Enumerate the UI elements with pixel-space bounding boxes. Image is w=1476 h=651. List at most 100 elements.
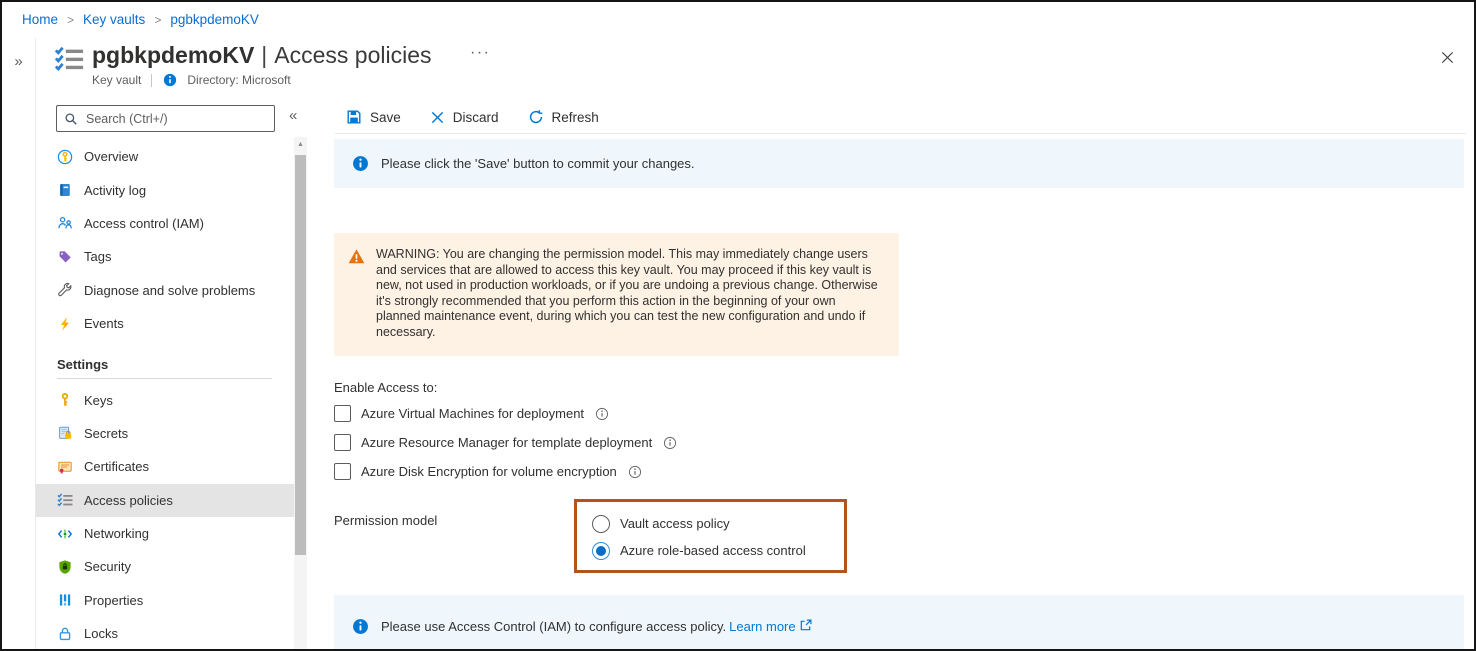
search-input[interactable]	[84, 111, 267, 127]
networking-icon	[57, 526, 73, 542]
save-button[interactable]: Save	[346, 109, 401, 125]
sidebar-item-keys[interactable]: Keys	[36, 383, 294, 416]
radio-row-rbac: Azure role-based access control	[592, 537, 844, 564]
sidebar-item-properties[interactable]: Properties	[36, 584, 294, 617]
sidebar-item-access-control[interactable]: Access control (IAM)	[36, 207, 294, 240]
properties-icon	[57, 592, 73, 608]
external-link-icon[interactable]	[800, 619, 812, 631]
info-icon	[352, 155, 369, 172]
sidebar-item-label: Overview	[84, 149, 138, 164]
breadcrumb-home[interactable]: Home	[22, 12, 58, 27]
resource-subtitle: Key vault Directory: Microsoft	[92, 73, 291, 87]
template-deployment-checkbox[interactable]	[334, 434, 351, 451]
sidebar-item-label: Diagnose and solve problems	[84, 283, 255, 298]
sidebar-item-label: Keys	[84, 393, 113, 408]
sidebar-item-events[interactable]: Events	[36, 307, 294, 340]
info-tooltip-icon[interactable]	[595, 407, 609, 421]
access-policies-icon	[57, 492, 73, 508]
section-label: Settings	[57, 357, 294, 372]
checkbox-label: Azure Resource Manager for template depl…	[361, 435, 652, 450]
sidebar-item-label: Security	[84, 559, 131, 574]
sidebar-item-label: Secrets	[84, 426, 128, 441]
sidebar-item-label: Properties	[84, 593, 143, 608]
directory-info-icon	[163, 73, 177, 87]
sidebar-item-label: Tags	[84, 249, 111, 264]
rbac-radio[interactable]	[592, 542, 610, 560]
refresh-icon	[528, 109, 544, 125]
subtitle-divider	[151, 74, 152, 87]
scrollbar-thumb[interactable]	[295, 155, 306, 555]
azure-portal-window: Home > Key vaults > pgbkpdemoKV » pgbkpd…	[0, 0, 1476, 651]
sidebar-item-label: Locks	[84, 626, 118, 641]
sidebar-item-networking[interactable]: Networking	[36, 517, 294, 550]
wrench-icon	[57, 282, 73, 298]
sidebar-item-secrets[interactable]: Secrets	[36, 417, 294, 450]
save-icon	[346, 109, 362, 125]
close-icon	[1440, 50, 1455, 65]
enable-access-label: Enable Access to:	[334, 380, 437, 395]
tags-icon	[57, 249, 73, 265]
toolbar-divider	[335, 133, 1466, 134]
info-tooltip-icon[interactable]	[628, 465, 642, 479]
vm-deployment-checkbox[interactable]	[334, 405, 351, 422]
checkbox-row-arm: Azure Resource Manager for template depl…	[334, 434, 677, 451]
sidebar-item-activity-log[interactable]: Activity log	[36, 173, 294, 206]
save-banner-text: Please click the 'Save' button to commit…	[381, 156, 695, 171]
sidebar-item-diagnose[interactable]: Diagnose and solve problems	[36, 274, 294, 307]
sidebar-item-label: Access control (IAM)	[84, 216, 204, 231]
certificate-icon	[57, 459, 73, 475]
radio-label: Vault access policy	[620, 516, 730, 531]
discard-icon	[430, 110, 445, 125]
breadcrumb-key-vaults[interactable]: Key vaults	[83, 12, 145, 27]
activity-log-icon	[57, 182, 73, 198]
close-blade-button[interactable]	[1436, 46, 1458, 68]
resource-name: pgbkpdemoKV	[92, 42, 254, 68]
info-tooltip-icon[interactable]	[663, 436, 677, 450]
sidebar-item-tags[interactable]: Tags	[36, 240, 294, 273]
warning-icon	[348, 248, 365, 265]
sidebar-search	[56, 105, 275, 132]
sidebar-item-label: Certificates	[84, 459, 149, 474]
left-rail: »	[2, 38, 36, 649]
key-icon	[57, 392, 73, 408]
vault-access-policy-radio[interactable]	[592, 515, 610, 533]
discard-button[interactable]: Discard	[430, 110, 499, 125]
access-control-icon	[57, 215, 73, 231]
key-vault-blade-icon	[54, 44, 84, 79]
learn-more-link[interactable]: Learn more	[729, 619, 795, 634]
disk-encryption-checkbox[interactable]	[334, 463, 351, 480]
breadcrumb-separator: >	[154, 13, 161, 27]
sidebar-section-settings: Settings	[36, 340, 294, 383]
checkbox-label: Azure Virtual Machines for deployment	[361, 406, 584, 421]
sidebar-nav: Overview Activity log Access control (IA…	[36, 140, 294, 650]
expand-panel-icon[interactable]: »	[2, 53, 35, 70]
warning-text: WARNING: You are changing the permission…	[376, 247, 881, 341]
permission-warning: WARNING: You are changing the permission…	[334, 233, 899, 356]
refresh-button[interactable]: Refresh	[528, 109, 599, 125]
sidebar-item-label: Access policies	[84, 493, 173, 508]
highlight-annotation-box: Vault access policy Azure role-based acc…	[574, 499, 847, 573]
more-options-icon[interactable]: ···	[470, 44, 490, 62]
sidebar-item-certificates[interactable]: Certificates	[36, 450, 294, 483]
command-bar: Save Discard Refresh	[346, 104, 599, 130]
shield-icon	[57, 559, 73, 575]
breadcrumb-current[interactable]: pgbkpdemoKV	[170, 12, 259, 27]
save-info-banner: Please click the 'Save' button to commit…	[334, 139, 1464, 188]
radio-label: Azure role-based access control	[620, 543, 806, 558]
sidebar-item-access-policies[interactable]: Access policies	[36, 484, 294, 517]
iam-banner-text: Please use Access Control (IAM) to confi…	[381, 619, 812, 634]
page-title: pgbkpdemoKV|Access policies	[92, 42, 432, 69]
sidebar-item-security[interactable]: Security	[36, 550, 294, 583]
sidebar-item-label: Activity log	[84, 183, 146, 198]
search-icon	[64, 112, 78, 126]
sidebar-item-label: Networking	[84, 526, 149, 541]
checkbox-row-disk: Azure Disk Encryption for volume encrypt…	[334, 463, 642, 480]
sidebar-item-label: Events	[84, 316, 124, 331]
permission-model-label: Permission model	[334, 513, 437, 528]
secrets-icon	[57, 425, 73, 441]
collapse-menu-icon[interactable]: «	[289, 107, 297, 124]
sidebar-item-overview[interactable]: Overview	[36, 140, 294, 173]
scrollbar-up-icon[interactable]: ▲	[294, 137, 307, 152]
sidebar-item-locks[interactable]: Locks	[36, 617, 294, 650]
sidebar-scrollbar: ▲	[294, 137, 307, 649]
